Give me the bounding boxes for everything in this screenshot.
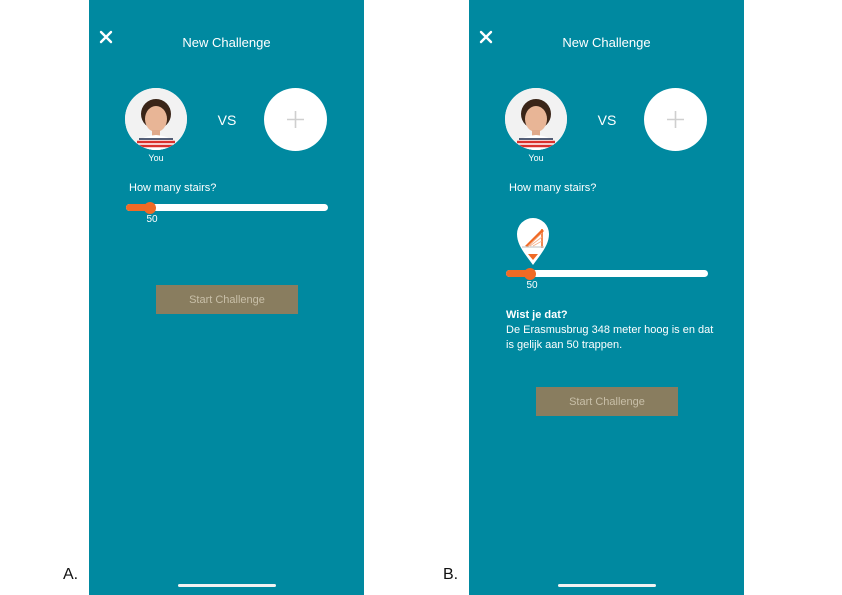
plus-icon (667, 111, 684, 128)
start-challenge-button[interactable]: Start Challenge (536, 387, 678, 416)
erasmusbrug-pin-icon (515, 216, 551, 271)
screen-title: New Challenge (182, 35, 271, 50)
stairs-question: How many stairs? (129, 182, 217, 194)
player-label: You (528, 153, 544, 163)
home-indicator[interactable] (558, 584, 656, 587)
stairs-slider-track[interactable] (506, 267, 708, 280)
stairs-slider-value: 50 (146, 214, 158, 225)
stairs-slider-thumb[interactable] (144, 201, 157, 214)
fact-text: De Erasmusbrug 348 meter hoog is en dat … (506, 324, 714, 351)
screen-title: New Challenge (562, 35, 651, 50)
player-label: You (148, 153, 164, 163)
fact-heading: Wist je dat? (506, 309, 568, 321)
phone-screen-b: New Challenge You VS How many stairs? 50… (469, 0, 744, 595)
start-challenge-button[interactable]: Start Challenge (156, 285, 298, 314)
vs-label: VS (597, 112, 617, 128)
player-avatar (125, 88, 187, 150)
stairs-slider-track[interactable] (126, 201, 328, 214)
stairs-question: How many stairs? (509, 182, 597, 194)
player-avatar (505, 88, 567, 150)
panel-label-b: B. (443, 566, 459, 583)
stairs-slider-value: 50 (526, 280, 538, 291)
home-indicator[interactable] (178, 584, 276, 587)
plus-icon (287, 111, 304, 128)
vs-label: VS (217, 112, 237, 128)
panel-label-a: A. (63, 566, 79, 583)
stairs-slider-thumb[interactable] (524, 267, 537, 280)
phone-screen-a: New Challenge You VS How many stairs? 50… (89, 0, 364, 595)
add-opponent-button[interactable] (264, 88, 327, 151)
add-opponent-button[interactable] (644, 88, 707, 151)
